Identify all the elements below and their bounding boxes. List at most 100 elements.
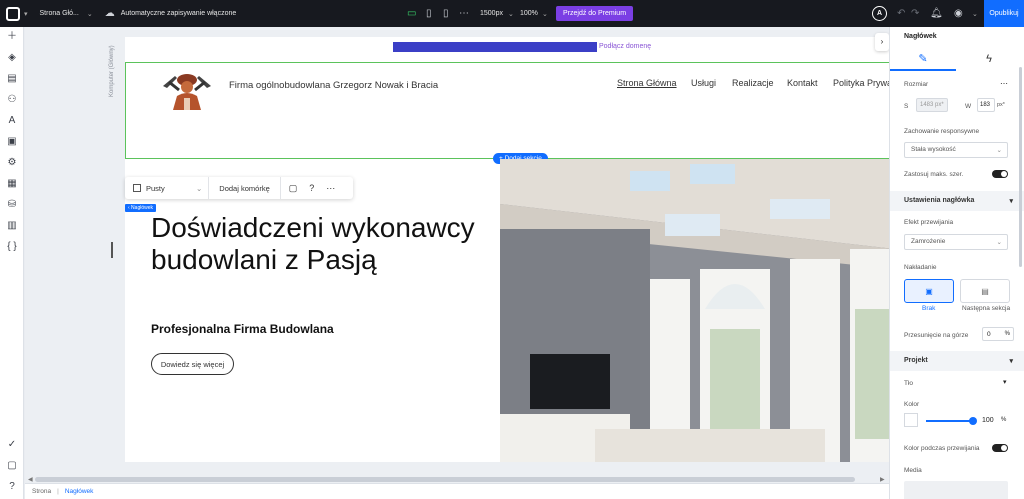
autosave-status: Automatyczne zapisywanie włączone: [120, 10, 237, 17]
tab-interactions[interactable]: ϟ: [956, 47, 1022, 71]
opacity-value[interactable]: 100: [982, 417, 994, 424]
desktop-icon[interactable]: ▭: [407, 8, 416, 19]
collapse-icon: ▾: [1009, 198, 1013, 205]
scroll-effect-select[interactable]: Zamrożenie ⌄: [904, 234, 1008, 250]
header-settings-section[interactable]: Ustawienia nagłówka ▾: [890, 191, 1024, 211]
header-section[interactable]: [125, 62, 889, 159]
overlay-label: Nakładanie: [904, 264, 937, 271]
offset-field[interactable]: 0 %: [982, 327, 1014, 341]
site-page[interactable]: Podłącz domenę Komputer (Główny) Firma o…: [109, 37, 889, 462]
max-width-toggle[interactable]: [992, 170, 1008, 178]
zoom-chevron-icon[interactable]: ⌄: [542, 10, 548, 18]
comment-icon[interactable]: ▢: [289, 183, 298, 194]
site-menu-chevron-icon[interactable]: ⌄: [87, 10, 93, 18]
nav-services[interactable]: Usługi: [691, 78, 716, 88]
chevron-down-icon: ⌄: [996, 239, 1002, 246]
table-icon[interactable]: ▥: [6, 220, 18, 232]
undo-icon[interactable]: ↶: [897, 8, 905, 19]
checkbox-icon[interactable]: [133, 184, 141, 192]
design-label: Projekt: [904, 357, 928, 364]
panel-scrollbar[interactable]: [1019, 67, 1022, 267]
width-field: 1483 px*: [916, 98, 948, 112]
collapse-icon[interactable]: ▾: [1003, 378, 1007, 386]
horizontal-scrollbar[interactable]: [35, 477, 855, 482]
learn-more-button[interactable]: Dowiedz się więcej: [151, 353, 234, 375]
wix-logo-icon[interactable]: [6, 6, 20, 21]
brush-icon: ✎: [918, 52, 928, 65]
domain-banner: [393, 42, 597, 52]
resolution-chevron-icon[interactable]: ⌄: [508, 10, 514, 18]
mobile-icon[interactable]: ▯: [443, 8, 449, 19]
hero-image[interactable]: [500, 159, 889, 462]
code-icon[interactable]: { }: [6, 241, 18, 253]
avatar[interactable]: A: [872, 6, 887, 21]
editor-canvas[interactable]: Podłącz domenę Komputer (Główny) Firma o…: [25, 27, 889, 483]
premium-button[interactable]: Przejdź do Premium: [556, 6, 634, 21]
layout-select[interactable]: Pusty: [146, 184, 196, 193]
company-name: Firma ogólnobudowlana Grzegorz Nowak i B…: [229, 80, 439, 91]
zoom-value[interactable]: 100%: [520, 10, 538, 17]
color-swatch[interactable]: [904, 413, 918, 427]
nav-home[interactable]: Strona Główna: [617, 78, 677, 88]
chevron-down-icon: ⌄: [996, 147, 1002, 154]
breadcrumb-root[interactable]: Strona: [32, 488, 51, 495]
publish-button[interactable]: Opublikuj: [984, 0, 1024, 27]
media-picker[interactable]: [904, 481, 1008, 499]
header-tag[interactable]: ‹ Nagłówek: [125, 204, 157, 212]
overlay-next-option[interactable]: ▤: [960, 279, 1010, 303]
preview-chevron-icon[interactable]: ⌄: [972, 10, 978, 18]
collapse-panel-chevron-icon[interactable]: ›: [875, 33, 889, 51]
height-field[interactable]: 183: [977, 98, 995, 112]
chevron-down-icon[interactable]: ⌄: [196, 184, 202, 193]
more-icon[interactable]: ⋯: [326, 183, 335, 194]
media-icon[interactable]: ▣: [6, 136, 18, 148]
resize-handle[interactable]: [111, 242, 113, 258]
tablet-icon[interactable]: ▯: [426, 8, 432, 19]
overlay-none-option[interactable]: ▣: [904, 279, 954, 303]
width-letter: S: [904, 103, 909, 110]
more-icon[interactable]: ⋯: [459, 8, 469, 19]
scroll-left-icon[interactable]: ◀: [28, 476, 33, 483]
scroll-right-icon[interactable]: ▶: [880, 476, 885, 483]
bell-icon[interactable]: 🔔︎: [930, 8, 943, 19]
help-icon[interactable]: ?: [6, 481, 18, 493]
connect-domain-link[interactable]: Podłącz domenę: [599, 43, 651, 50]
header-settings-label: Ustawienia nagłówka: [904, 197, 975, 204]
add-cell-button[interactable]: Dodaj komórkę: [219, 184, 269, 193]
help-icon[interactable]: ?: [309, 183, 314, 193]
scroll-color-label: Kolor podczas przewijania: [904, 445, 980, 452]
opacity-slider-handle[interactable]: [969, 417, 977, 425]
collapse-icon: ▾: [1009, 358, 1013, 365]
inspector-panel: Nagłówek ✎ ϟ Rozmiar ⋯ S 1483 px* W 183 …: [889, 27, 1024, 499]
layers-icon[interactable]: ◈: [6, 52, 18, 64]
breadcrumb-current[interactable]: Nagłówek: [65, 488, 94, 495]
resolution-value[interactable]: 1500px: [480, 10, 503, 17]
redo-icon[interactable]: ↷: [911, 8, 919, 19]
pages-icon[interactable]: ▤: [6, 73, 18, 85]
top-bar: ▾ Strona Głó... ⌄ ☁ Automatyczne zapisyw…: [0, 0, 1024, 27]
business-icon[interactable]: ⛁: [6, 199, 18, 211]
design-section[interactable]: Projekt ▾: [890, 351, 1024, 371]
hero-subtitle[interactable]: Profesjonalna Firma Budowlana: [151, 322, 334, 336]
hero-title[interactable]: Doświadczeni wykonawcy budowlani z Pasją: [151, 212, 481, 276]
scroll-color-toggle[interactable]: [992, 444, 1008, 452]
nav-privacy[interactable]: Polityka Prywa: [833, 78, 889, 88]
responsive-select[interactable]: Stała wysokość ⌄: [904, 142, 1008, 158]
nav-contact[interactable]: Kontakt: [787, 78, 818, 88]
chat-icon[interactable]: ▢: [6, 460, 18, 472]
more-icon[interactable]: ⋯: [1000, 79, 1008, 88]
cloud-icon: ☁: [104, 8, 115, 19]
apps-icon[interactable]: ⚙: [6, 157, 18, 169]
nav-projects[interactable]: Realizacje: [732, 78, 774, 88]
preview-eye-icon[interactable]: ◉: [954, 8, 963, 19]
add-icon[interactable]: ＋: [6, 31, 18, 43]
grid-icon[interactable]: ▦: [6, 178, 18, 190]
site-name[interactable]: Strona Głó...: [40, 10, 79, 17]
checklist-icon[interactable]: ✓: [6, 439, 18, 451]
company-logo: [163, 74, 211, 110]
sitemap-icon[interactable]: ⚇: [6, 94, 18, 106]
theme-text-icon[interactable]: A: [6, 115, 18, 127]
height-unit[interactable]: px*: [997, 102, 1005, 108]
tab-design[interactable]: ✎: [890, 47, 956, 71]
chevron-down-icon[interactable]: ▾: [24, 10, 28, 18]
